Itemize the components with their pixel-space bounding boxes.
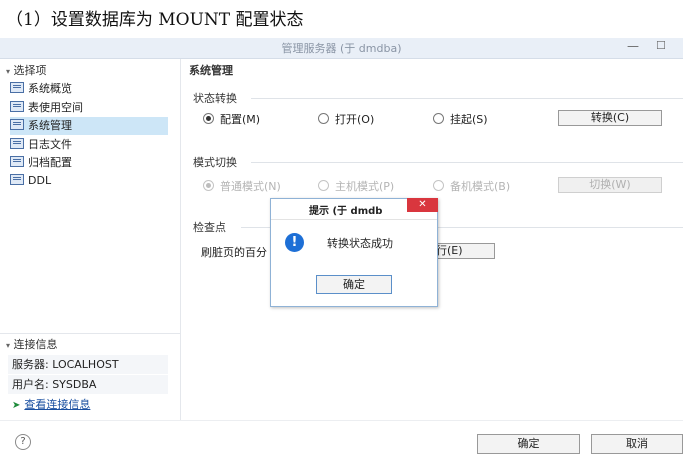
mode-group-title: 模式切换 (193, 156, 237, 169)
radio-selected-icon (203, 113, 214, 124)
sidebar: ▾ 选择项 系统概览 表使用空间 系统管理 日志文件 归档配置 DDL ▾ 连接… (0, 59, 181, 420)
server-info: 服务器: LOCALHOST (8, 355, 168, 374)
page-caption: （1）设置数据库为 MOUNT 配置状态 (6, 10, 304, 30)
table-icon (10, 119, 24, 130)
sidebar-item-overview[interactable]: 系统概览 (10, 80, 168, 98)
ok-button[interactable]: 确定 (477, 434, 580, 454)
dialog-title: 提示 (于 dmdb (309, 206, 383, 217)
execute-button[interactable]: 行(E) (433, 243, 495, 259)
table-icon (10, 82, 24, 93)
chevron-down-icon: ▾ (6, 341, 11, 350)
window-titlebar: 管理服务器 (于 dmdba) — ☐ (0, 38, 683, 59)
state-group-title: 状态转换 (193, 92, 237, 105)
sidebar-item-label: 日志文件 (28, 138, 72, 151)
radio-icon (433, 180, 444, 191)
user-info: 用户名: SYSDBA (8, 375, 168, 394)
radio-selected-icon (203, 180, 214, 191)
divider (251, 162, 683, 163)
window-title: 管理服务器 (于 dmdba) (281, 42, 402, 55)
radio-label: 打开(O) (335, 113, 375, 126)
radio-label: 普通模式(N) (220, 180, 281, 193)
connection-header[interactable]: ▾ 连接信息 (6, 336, 58, 352)
radio-normal-mode[interactable]: 普通模式(N) (203, 178, 281, 194)
divider (0, 420, 683, 421)
maximize-icon[interactable]: ☐ (656, 39, 666, 52)
radio-icon (318, 180, 329, 191)
table-icon (10, 138, 24, 149)
radio-label: 配置(M) (220, 113, 261, 126)
sidebar-item-system-management[interactable]: 系统管理 (10, 117, 168, 135)
connection-header-label: 连接信息 (13, 338, 58, 351)
sidebar-item-label: 系统管理 (28, 119, 72, 132)
sidebar-item-label: 表使用空间 (28, 101, 83, 114)
convert-button[interactable]: 转换(C) (558, 110, 662, 126)
dirty-page-label: 刷脏页的百分 (201, 246, 267, 259)
message-dialog: 提示 (于 dmdb ✕ ! 转换状态成功 确定 (270, 198, 438, 307)
cancel-button[interactable]: 取消 (591, 434, 683, 454)
radio-label: 挂起(S) (450, 113, 488, 126)
view-connection-link[interactable]: ➤ 查看连接信息 (8, 395, 168, 414)
radio-icon (433, 113, 444, 124)
table-icon (10, 174, 24, 185)
checkpoint-group-title: 检查点 (193, 221, 226, 234)
connection-icon: ➤ (12, 400, 21, 411)
sidebar-item-label: 系统概览 (28, 82, 72, 95)
sidebar-item-log-files[interactable]: 日志文件 (10, 136, 168, 154)
dialog-ok-button[interactable]: 确定 (316, 275, 392, 294)
sidebar-item-label: 归档配置 (28, 156, 72, 169)
divider (251, 98, 683, 99)
view-connection-label: 查看连接信息 (24, 398, 91, 411)
radio-label: 主机模式(P) (335, 180, 395, 193)
tree-header[interactable]: ▾ 选择项 (6, 62, 47, 78)
radio-primary-mode[interactable]: 主机模式(P) (318, 178, 394, 194)
sidebar-item-archive-config[interactable]: 归档配置 (10, 154, 168, 172)
sidebar-item-tablespace[interactable]: 表使用空间 (10, 99, 168, 117)
sidebar-item-ddl[interactable]: DDL (10, 172, 168, 190)
tree-header-label: 选择项 (13, 64, 47, 77)
sidebar-item-label: DDL (28, 174, 52, 187)
radio-label: 备机模式(B) (450, 180, 511, 193)
dialog-titlebar: 提示 (于 dmdb ✕ (271, 198, 438, 220)
switch-button[interactable]: 切换(W) (558, 177, 662, 193)
chevron-down-icon: ▾ (6, 67, 11, 76)
divider (0, 333, 180, 334)
radio-standby-mode[interactable]: 备机模式(B) (433, 178, 510, 194)
help-icon[interactable]: ? (15, 434, 31, 450)
radio-suspend[interactable]: 挂起(S) (433, 111, 488, 127)
close-icon[interactable]: ✕ (407, 198, 438, 212)
page-title: 系统管理 (189, 64, 233, 77)
info-icon: ! (285, 233, 304, 252)
table-icon (10, 156, 24, 167)
radio-open[interactable]: 打开(O) (318, 111, 374, 127)
minimize-icon[interactable]: — (627, 39, 639, 53)
radio-config[interactable]: 配置(M) (203, 111, 260, 127)
radio-icon (318, 113, 329, 124)
table-icon (10, 101, 24, 112)
dialog-message: 转换状态成功 (327, 237, 393, 250)
